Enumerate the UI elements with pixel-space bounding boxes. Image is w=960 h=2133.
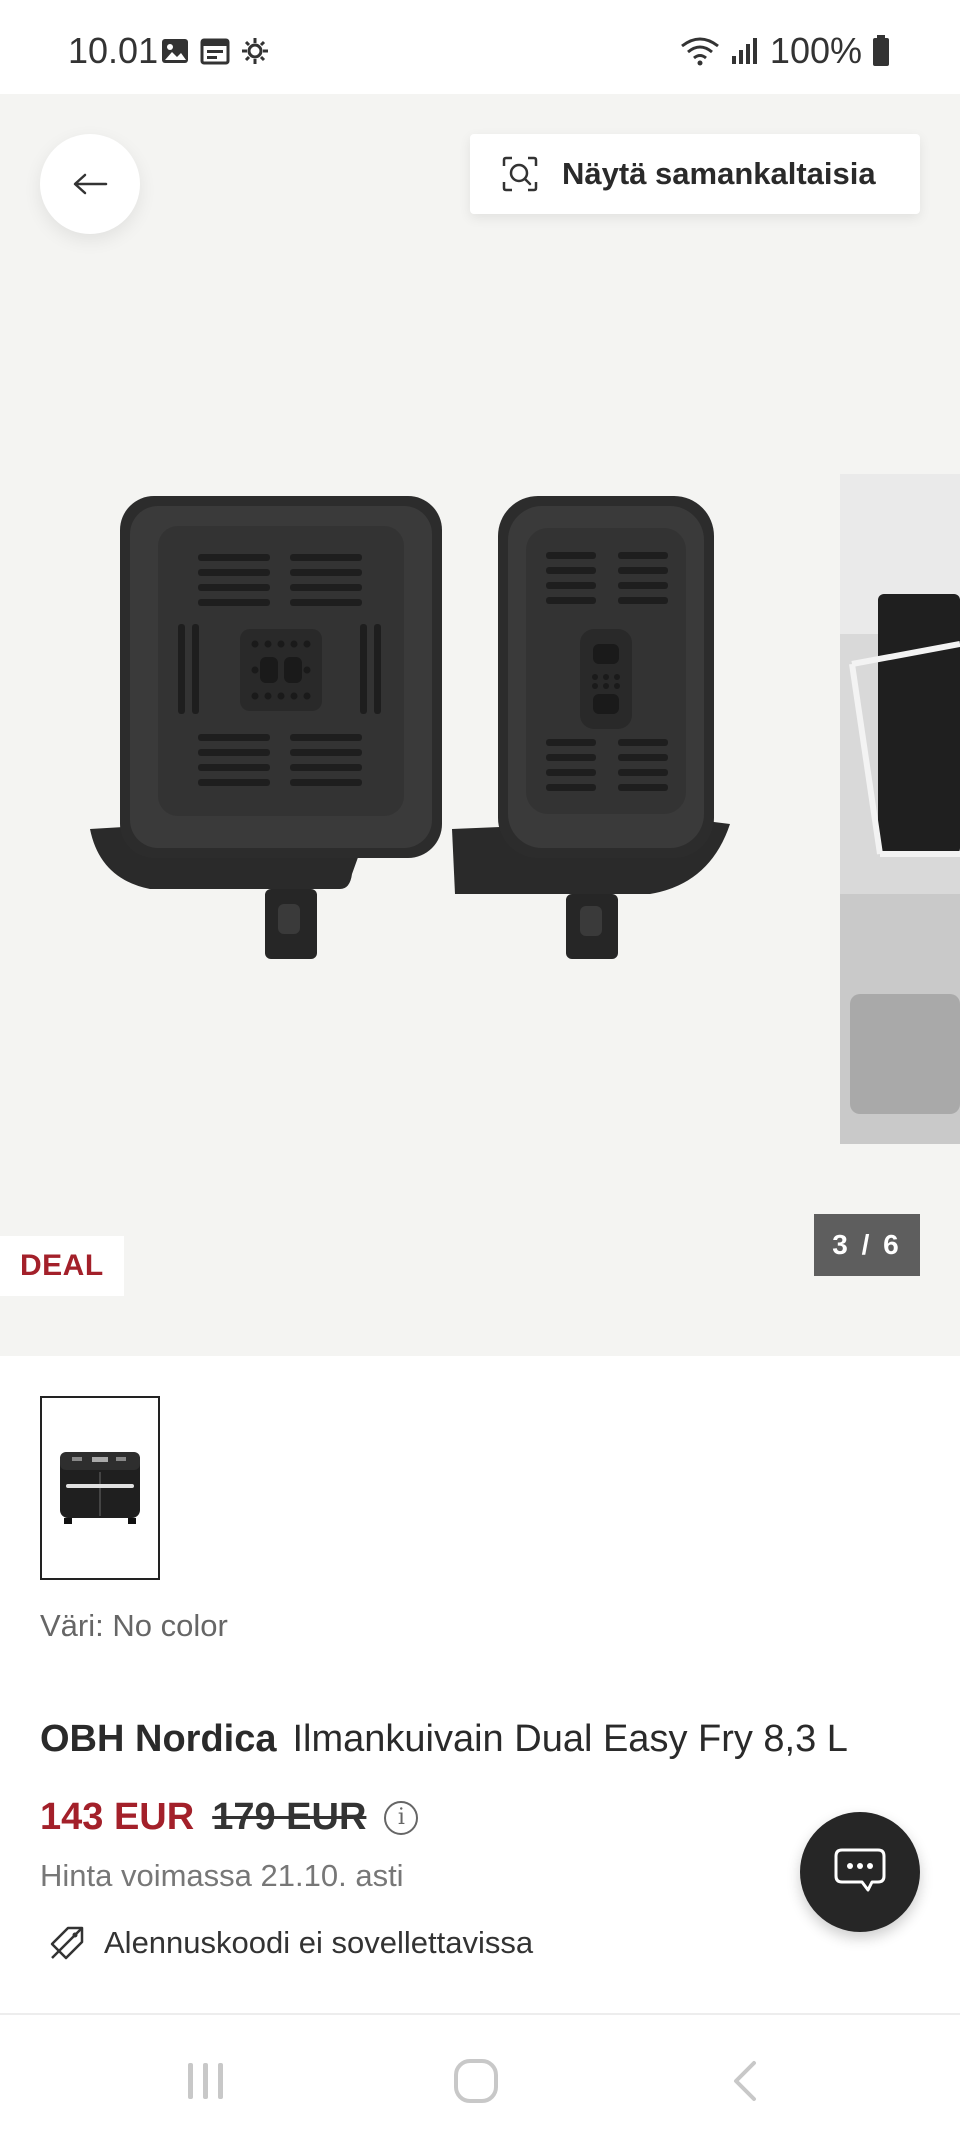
arrow-left-icon bbox=[73, 173, 108, 195]
settings-icon bbox=[242, 38, 268, 64]
price-info-icon[interactable]: i bbox=[384, 1800, 419, 1835]
recent-apps-icon[interactable] bbox=[184, 2059, 228, 2103]
discount-code-text: Alennuskoodi ei sovellettavissa bbox=[104, 1925, 534, 1960]
air-fryer-thumbnail-image bbox=[60, 1452, 140, 1524]
product-brand[interactable]: OBH Nordica bbox=[40, 1718, 276, 1760]
price-validity-text: Hinta voimassa 21.10. asti bbox=[40, 1858, 404, 1893]
product-name: Ilmankuivain Dual Easy Fry 8,3 L bbox=[292, 1718, 848, 1760]
battery-icon bbox=[873, 35, 889, 66]
variant-thumbnail[interactable] bbox=[40, 1396, 160, 1580]
status-notification-icons bbox=[160, 36, 270, 66]
status-bar: 10.01 100% bbox=[0, 0, 960, 94]
status-time: 10.01 bbox=[68, 30, 159, 71]
back-button[interactable] bbox=[40, 134, 140, 234]
back-nav-icon[interactable] bbox=[728, 2059, 760, 2103]
right-basket-graphic bbox=[452, 496, 730, 959]
visual-search-icon bbox=[502, 156, 538, 192]
deal-badge: DEAL bbox=[0, 1236, 124, 1296]
wifi-icon bbox=[681, 37, 719, 66]
chat-button[interactable] bbox=[800, 1812, 920, 1932]
next-image-graphic bbox=[840, 474, 960, 1144]
image-icon bbox=[162, 39, 188, 63]
image-page-counter: 3 / 6 bbox=[814, 1214, 920, 1276]
signal-icon bbox=[731, 38, 757, 64]
chat-bubble-icon bbox=[834, 1848, 886, 1892]
product-title: OBH Nordica Ilmankuivain Dual Easy Fry 8,… bbox=[40, 1718, 848, 1761]
show-similar-label: Näytä samankaltaisia bbox=[562, 156, 876, 191]
calendar-icon bbox=[200, 38, 230, 65]
battery-percentage: 100% bbox=[769, 30, 862, 71]
left-basket-graphic bbox=[90, 496, 442, 959]
status-system-icons: 100% bbox=[680, 30, 890, 72]
discount-code-note: Alennuskoodi ei sovellettavissa bbox=[48, 1924, 533, 1962]
price-row: 143 EUR 179 EUR i bbox=[40, 1796, 419, 1839]
home-icon[interactable] bbox=[452, 2059, 500, 2103]
next-image-preview[interactable] bbox=[840, 474, 960, 1144]
original-price: 179 EUR bbox=[212, 1796, 367, 1838]
color-label: Väri: No color bbox=[40, 1608, 228, 1643]
current-price: 143 EUR bbox=[40, 1796, 195, 1838]
show-similar-button[interactable]: Näytä samankaltaisia bbox=[470, 134, 920, 214]
product-image bbox=[90, 496, 730, 959]
product-image-gallery[interactable]: Näytä samankaltaisia DEAL 3 / 6 bbox=[0, 94, 960, 1356]
system-navigation-bar bbox=[0, 2015, 960, 2133]
tag-slash-icon bbox=[50, 1926, 84, 1960]
